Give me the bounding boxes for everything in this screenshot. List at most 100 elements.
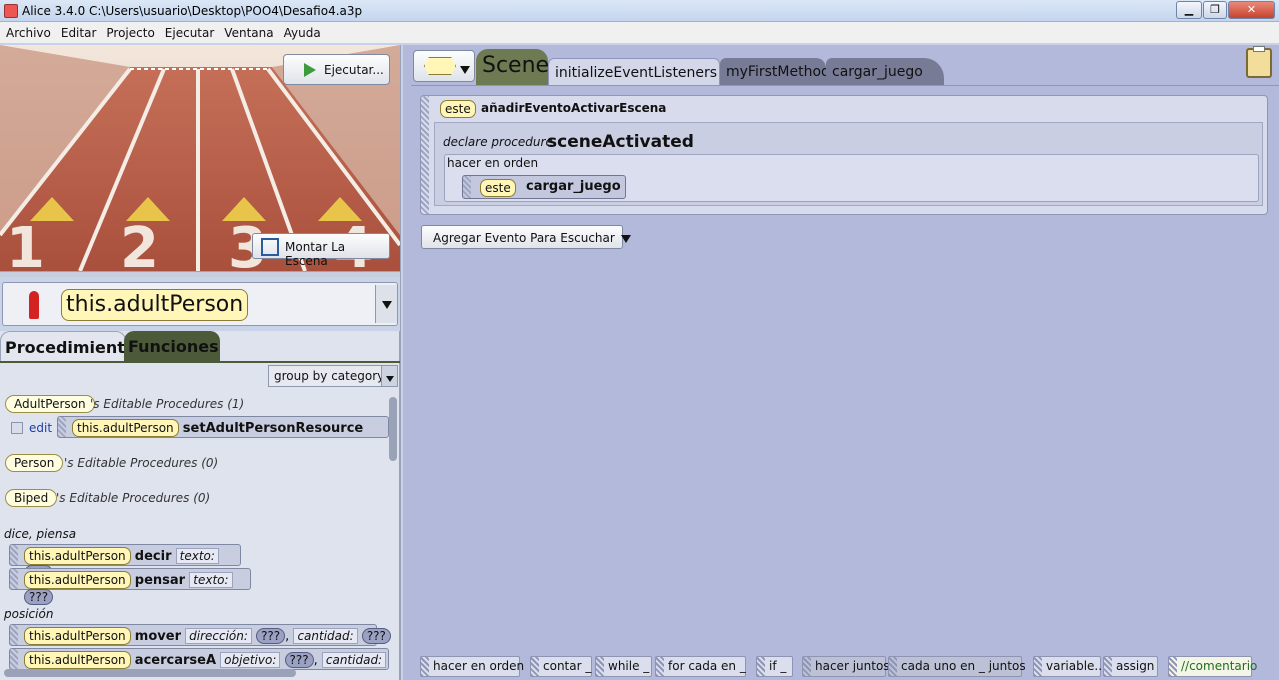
procedure-name: pensar xyxy=(134,573,186,588)
editable-procedures-note: 's Editable Procedures (1) xyxy=(90,397,245,411)
control-do-together[interactable]: hacer juntos xyxy=(802,656,890,677)
procedure-tile-decir[interactable]: this.adultPerson decir texto: ??? xyxy=(9,544,241,581)
person-icon xyxy=(29,291,39,319)
play-icon xyxy=(304,63,316,77)
menu-projecto[interactable]: Projecto xyxy=(100,22,158,40)
menu-archivo[interactable]: Archivo xyxy=(0,22,55,40)
control-while[interactable]: while _ xyxy=(595,656,652,677)
window-title: Alice 3.4.0 C:\Users\usuario\Desktop\POO… xyxy=(22,4,363,18)
category-position: posición xyxy=(4,607,54,621)
value-placeholder[interactable]: ??? xyxy=(256,628,286,644)
set-resource-tile[interactable]: this.adultPerson setAdultPersonResource … xyxy=(57,416,389,438)
tab-initialize-event-listeners[interactable]: initializeEventListeners ⊠ xyxy=(548,58,720,96)
procedure-tile-pensar[interactable]: this.adultPerson pensar texto: ??? xyxy=(9,568,251,605)
object-selector[interactable]: this.adultPerson xyxy=(2,282,398,326)
clipboard-icon[interactable] xyxy=(1246,46,1272,78)
tab-cargar-juego[interactable]: cargar_juego xyxy=(826,58,944,85)
setup-scene-button[interactable]: Montar La Escena xyxy=(252,233,390,268)
control-each-in-together[interactable]: cada uno en _ juntos xyxy=(888,656,1026,677)
value-placeholder[interactable]: ??? xyxy=(284,652,314,668)
edit-checkbox[interactable] xyxy=(11,422,23,434)
este-chip[interactable]: este xyxy=(440,100,476,118)
fullscreen-icon xyxy=(261,238,279,256)
clipboard-clip xyxy=(1253,46,1265,52)
do-in-order-label: hacer en orden xyxy=(447,156,539,170)
procedures-panel: Procedimiento Funciones group by categor… xyxy=(0,331,400,680)
argument-label: dirección: xyxy=(185,628,252,644)
run-button[interactable]: Ejecutar... xyxy=(283,54,390,85)
tab-procedures[interactable]: Procedimiento xyxy=(0,331,136,361)
maximize-button[interactable]: ❐ xyxy=(1203,1,1227,19)
group-by-select[interactable]: group by category xyxy=(268,365,398,387)
close-button[interactable]: ✕ xyxy=(1228,1,1275,19)
argument-label: texto: xyxy=(189,572,233,588)
argument-label: objetivo: xyxy=(220,652,281,668)
target-chip: this.adultPerson xyxy=(24,571,131,589)
target-chip: this.adultPerson xyxy=(72,419,179,437)
run-button-label: Ejecutar... xyxy=(324,63,384,77)
value-placeholder[interactable]: ??? xyxy=(24,589,54,605)
procedure-name: setAdultPersonResource xyxy=(182,421,364,436)
group-by-value: group by category xyxy=(274,369,385,383)
control-for-each[interactable]: for cada en _ xyxy=(655,656,746,677)
menu-editar[interactable]: Editar xyxy=(55,22,101,40)
add-event-label: Agregar Evento Para Escuchar xyxy=(433,231,615,245)
chevron-down-icon xyxy=(460,62,470,76)
procedure-name: mover xyxy=(134,629,181,644)
vertical-scrollbar[interactable] xyxy=(389,397,397,461)
control-count[interactable]: contar _ xyxy=(530,656,592,677)
procedure-name: decir xyxy=(134,549,172,564)
control-variable[interactable]: variable... xyxy=(1033,656,1106,677)
cargar-juego-statement[interactable]: este cargar_juego xyxy=(462,175,626,199)
target-chip: this.adultPerson xyxy=(24,651,131,669)
chevron-down-icon xyxy=(620,234,631,243)
target-chip: this.adultPerson xyxy=(24,547,131,565)
chevron-down-icon[interactable] xyxy=(375,285,397,323)
procedure-declared-name: sceneActivated xyxy=(547,132,694,152)
edit-link[interactable]: edit xyxy=(29,421,52,435)
argument-label: adultPers xyxy=(72,437,136,438)
editable-procedures-note: 's Editable Procedures (0) xyxy=(64,456,219,470)
control-if[interactable]: if _ xyxy=(756,656,793,677)
argument-label: texto: xyxy=(175,548,219,564)
add-event-listener-button[interactable]: Agregar Evento Para Escuchar xyxy=(421,225,631,249)
target-chip: this.adultPerson xyxy=(24,627,131,645)
argument-label: cantidad: xyxy=(293,628,358,644)
editable-procedures-note: 's Editable Procedures (0) xyxy=(56,491,211,505)
window-title-bar: Alice 3.4.0 C:\Users\usuario\Desktop\POO… xyxy=(0,0,1279,22)
listener-name: añadirEventoActivarEscena xyxy=(481,101,667,115)
panel-divider[interactable] xyxy=(0,271,400,277)
value-placeholder[interactable]: ??? xyxy=(361,628,391,644)
control-comment[interactable]: //comentario xyxy=(1168,656,1257,677)
tab-functions[interactable]: Funciones xyxy=(124,331,220,361)
este-chip[interactable]: este xyxy=(480,179,516,197)
class-shape-icon xyxy=(424,57,456,75)
tab-myfirstmethod[interactable]: myFirstMethod xyxy=(720,58,830,85)
control-assign[interactable]: assign xyxy=(1103,656,1158,677)
tab-scene[interactable]: Scene xyxy=(476,49,549,85)
procedure-tile-mover[interactable]: this.adultPerson mover dirección: ???, c… xyxy=(9,624,391,646)
lane-number: 1 xyxy=(6,216,45,271)
alice-app-icon xyxy=(4,4,18,18)
procedure-tile-acercarsea[interactable]: this.adultPerson acercarseA objetivo: ??… xyxy=(9,648,389,670)
class-biped[interactable]: Biped xyxy=(5,489,58,507)
class-person[interactable]: Person xyxy=(5,454,64,472)
class-adultperson[interactable]: AdultPerson xyxy=(5,395,95,413)
chevron-down-icon xyxy=(381,366,397,386)
scene-view[interactable]: 1 2 3 4 Ejecutar... Montar La Escena xyxy=(0,45,400,271)
menu-ejecutar[interactable]: Ejecutar xyxy=(159,22,219,40)
minimize-button[interactable]: ▁ xyxy=(1176,1,1202,19)
type-selector-button[interactable] xyxy=(413,50,475,82)
declare-label: declare procedure xyxy=(443,135,553,149)
lane-number: 2 xyxy=(120,216,159,271)
menu-ventana[interactable]: Ventana xyxy=(218,22,277,40)
argument-label: cantidad: xyxy=(321,652,387,668)
statement-name: cargar_juego xyxy=(526,179,621,194)
selected-object: this.adultPerson xyxy=(61,289,249,321)
menu-ayuda[interactable]: Ayuda xyxy=(278,22,325,40)
horizontal-scrollbar[interactable] xyxy=(4,669,296,677)
tab-label: initializeEventListeners xyxy=(555,65,718,81)
procedure-name: acercarseA xyxy=(134,653,217,668)
menu-bar: Archivo Editar Projecto Ejecutar Ventana Ayud… xyxy=(0,22,1279,44)
control-do-in-order[interactable]: hacer en orden xyxy=(420,656,524,677)
